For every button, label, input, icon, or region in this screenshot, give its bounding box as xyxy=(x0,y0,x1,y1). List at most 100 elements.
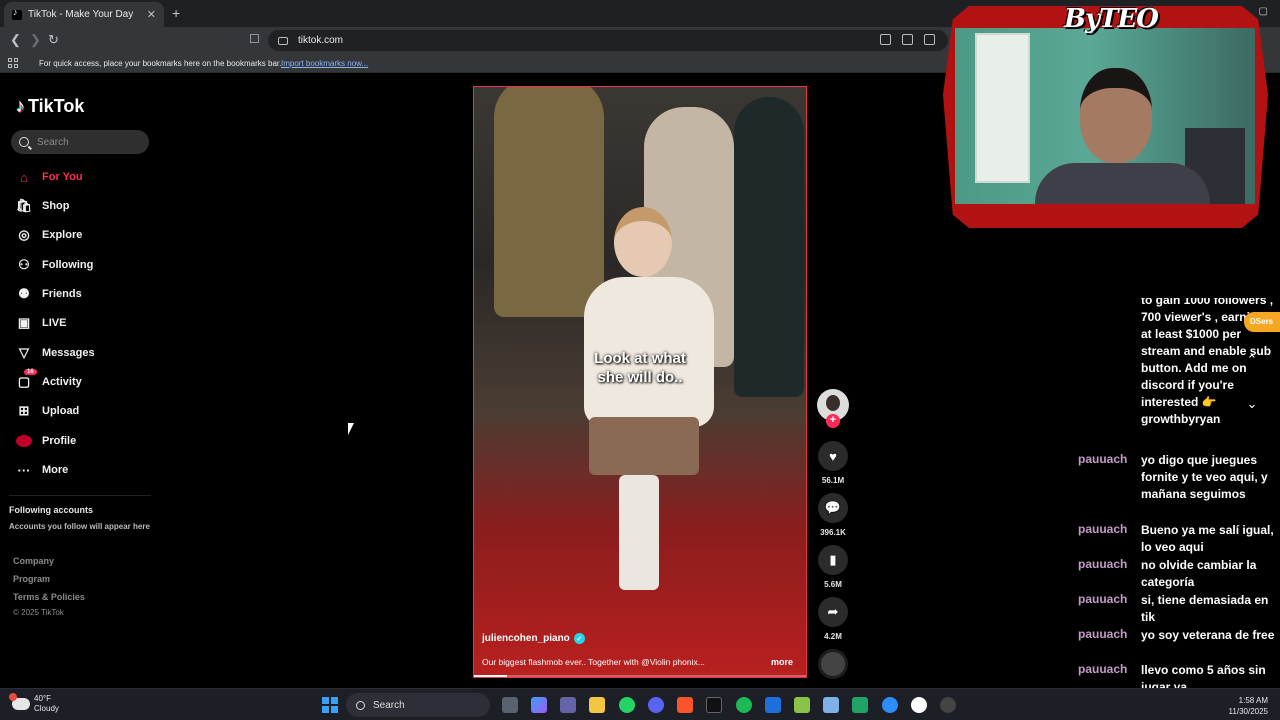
chat-text: yo soy veterana de free xyxy=(1141,628,1275,642)
compass-icon: ◎ xyxy=(18,227,30,242)
sidebar-item-label: Friends xyxy=(42,288,82,300)
like-action[interactable]: ♥ 56.1M xyxy=(818,441,848,485)
file-explorer-icon[interactable] xyxy=(589,697,605,713)
chevron-down-icon[interactable]: ⌄ xyxy=(1243,396,1261,414)
more-button[interactable]: more xyxy=(771,657,793,667)
video-author[interactable]: juliencohen_piano ✓ xyxy=(482,633,585,644)
chat-username[interactable]: pauuach xyxy=(1078,522,1127,536)
eye-off-icon[interactable] xyxy=(880,34,891,45)
back-icon[interactable]: ❮ xyxy=(10,32,21,48)
bookmarks-message: For quick access, place your bookmarks h… xyxy=(39,59,282,68)
new-tab-button[interactable]: + xyxy=(172,5,180,21)
share-action[interactable]: ➦ 4.2M xyxy=(818,597,848,641)
chat-username[interactable]: pauuach xyxy=(1078,662,1127,676)
heart-icon[interactable]: ♥ xyxy=(818,441,848,471)
search-input[interactable]: Search xyxy=(11,130,149,154)
apps-grid-icon[interactable] xyxy=(8,58,18,68)
chat-username[interactable]: pauuach xyxy=(1078,627,1127,641)
sidebar-item-friends[interactable]: ⚉ Friends xyxy=(15,284,82,304)
bookmark-icon[interactable]: ▮ xyxy=(818,545,848,575)
sidebar-item-label: LIVE xyxy=(42,317,67,329)
excel-icon[interactable] xyxy=(852,697,868,713)
tiktok-favicon-icon xyxy=(12,7,22,20)
live-icon: ▣ xyxy=(17,315,31,330)
sidebar-item-more[interactable]: ··· More xyxy=(15,460,69,480)
home-icon: ⌂ xyxy=(20,169,28,185)
music-disc-icon[interactable] xyxy=(818,649,848,679)
zoom-icon[interactable] xyxy=(882,697,898,713)
save-action[interactable]: ▮ 5.6M xyxy=(818,545,848,589)
footer-link-terms[interactable]: Terms & Policies xyxy=(13,592,85,602)
comment-action[interactable]: 💬 396.1K xyxy=(818,493,848,537)
shop-icon: 🛍 xyxy=(15,198,33,213)
background-door xyxy=(975,33,1030,183)
teams-icon[interactable] xyxy=(560,697,576,713)
spotify-icon[interactable] xyxy=(736,697,752,713)
search-icon xyxy=(356,700,365,710)
chat-text: Bueno ya me salí igual, lo veo aqui xyxy=(1141,523,1274,554)
weather-widget[interactable]: 40°F Cloudy xyxy=(9,693,59,714)
tab-close-icon[interactable]: ✕ xyxy=(147,8,156,21)
system-clock[interactable]: 1:58 AM 11/30/2025 xyxy=(1229,695,1268,717)
chevron-up-icon[interactable]: ⌃ xyxy=(1243,352,1261,370)
discord-icon[interactable] xyxy=(648,697,664,713)
video-progress-bar[interactable] xyxy=(474,675,806,677)
dsers-extension-tab[interactable]: DSers xyxy=(1244,312,1280,332)
cast-icon[interactable] xyxy=(902,34,913,45)
address-bar[interactable]: tiktok.com xyxy=(268,30,948,51)
sidebar-item-for-you[interactable]: ⌂ For You xyxy=(15,167,82,187)
url-text: tiktok.com xyxy=(298,35,344,46)
windows-start-icon[interactable] xyxy=(322,697,338,713)
whatsapp-icon[interactable] xyxy=(619,697,635,713)
activity-badge: 16 xyxy=(24,369,37,375)
app-icon[interactable] xyxy=(794,697,810,713)
save-count: 5.6M xyxy=(824,580,842,589)
sidebar-item-messages[interactable]: ▽ Messages xyxy=(15,343,95,363)
following-accounts-hint: Accounts you follow will appear here xyxy=(9,522,150,531)
browser-tab[interactable]: TikTok - Make Your Day ✕ xyxy=(4,2,164,27)
search-placeholder: Search xyxy=(37,136,69,148)
brave-icon[interactable] xyxy=(677,697,693,713)
sidebar-item-explore[interactable]: ◎ Explore xyxy=(15,225,82,245)
tiktok-logo[interactable]: ♪ TikTok xyxy=(16,96,84,117)
chatgpt-icon[interactable] xyxy=(911,697,927,713)
footer-link-company[interactable]: Company xyxy=(13,556,54,566)
app-store-icon[interactable] xyxy=(765,697,781,713)
sidebar-item-shop[interactable]: 🛍 Shop xyxy=(15,196,70,216)
sidebar-item-live[interactable]: ▣ LIVE xyxy=(15,313,67,333)
video-player[interactable]: Look at what she will do.. juliencohen_p… xyxy=(473,86,807,678)
forward-icon[interactable]: ❯ xyxy=(30,32,41,48)
share-icon[interactable] xyxy=(924,34,935,45)
search-icon xyxy=(19,137,29,147)
sidebar-item-label: Shop xyxy=(42,200,70,212)
import-bookmarks-link[interactable]: Import bookmarks now... xyxy=(281,59,368,68)
copyright: © 2025 TikTok xyxy=(13,608,64,617)
bookmark-star-icon[interactable]: ☐ xyxy=(249,32,260,46)
follow-plus-button[interactable]: + xyxy=(826,414,840,428)
task-view-icon[interactable] xyxy=(502,697,518,713)
divider xyxy=(9,495,151,496)
comment-icon[interactable]: 💬 xyxy=(818,493,848,523)
site-info-icon[interactable] xyxy=(278,36,288,45)
video-description: Our biggest flashmob ever.. Together wit… xyxy=(482,657,705,667)
chat-username[interactable]: pauuach xyxy=(1078,452,1127,466)
notepad-icon[interactable] xyxy=(823,697,839,713)
chat-username[interactable]: pauuach xyxy=(1078,557,1127,571)
weather-condition: Cloudy xyxy=(34,704,59,713)
reload-icon[interactable]: ↻ xyxy=(48,32,59,48)
sidebar-item-activity[interactable]: ▢ 16 Activity xyxy=(15,369,82,392)
sidebar-item-profile[interactable]: Profile xyxy=(15,431,76,451)
sidebar-item-following[interactable]: ⚇ Following xyxy=(15,255,93,275)
copilot-icon[interactable] xyxy=(531,697,547,713)
tradingview-icon[interactable] xyxy=(706,697,722,713)
taskbar-search[interactable]: Search xyxy=(346,693,490,717)
video-subject-head xyxy=(614,207,672,277)
app-icon[interactable] xyxy=(940,697,956,713)
maximize-icon[interactable]: ▢ xyxy=(1259,6,1268,17)
sidebar-item-label: Profile xyxy=(42,435,77,447)
chat-username[interactable]: pauuach xyxy=(1078,592,1127,606)
webcam-feed xyxy=(955,28,1255,204)
sidebar-item-upload[interactable]: ⊞ Upload xyxy=(15,401,80,421)
footer-link-program[interactable]: Program xyxy=(13,574,50,584)
share-arrow-icon[interactable]: ➦ xyxy=(818,597,848,627)
